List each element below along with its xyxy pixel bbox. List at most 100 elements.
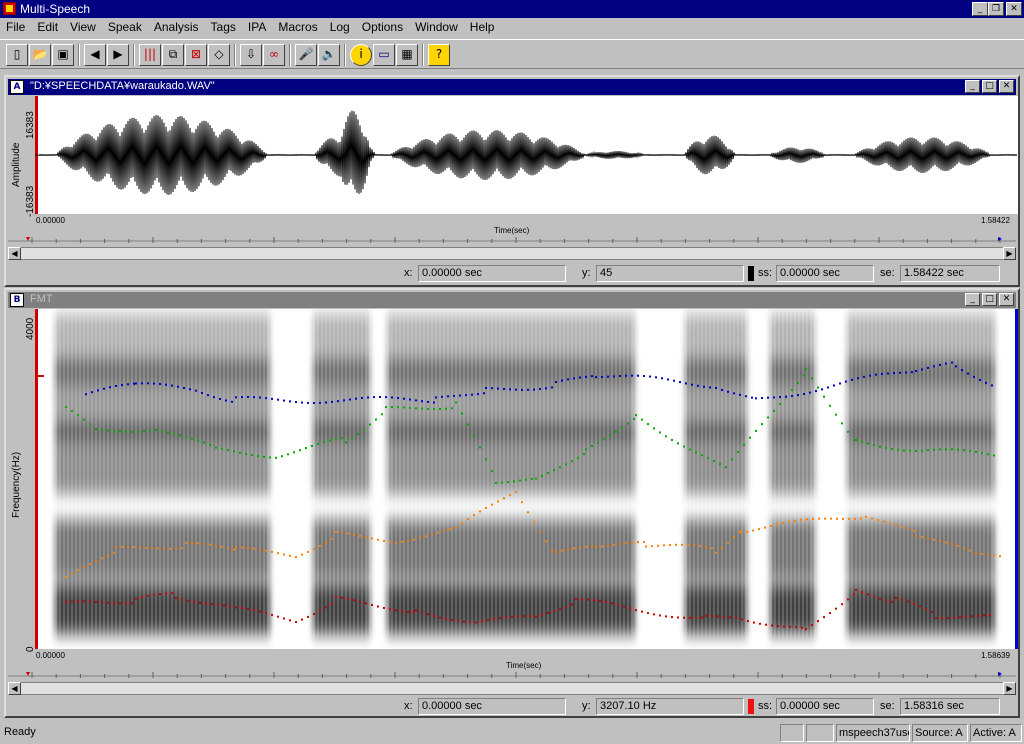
toolbar-separator: [234, 44, 236, 66]
cursor-color-indicator: [748, 699, 754, 714]
horizontal-scrollbar[interactable]: ◀ ▶: [8, 682, 1016, 695]
scroll-right-button[interactable]: ▶: [1003, 247, 1016, 260]
close-button[interactable]: ✕: [999, 80, 1014, 93]
status-source: Source: A: [912, 724, 968, 742]
y-axis-label: Frequency(Hz): [11, 451, 22, 518]
copy-window-icon[interactable]: ⧉: [162, 44, 184, 66]
y-label: y:: [582, 267, 591, 279]
x-label: x:: [404, 700, 413, 712]
se-readout: 1.58422 sec: [900, 265, 1000, 282]
ss-readout: 0.00000 sec: [776, 698, 874, 715]
menu-analysis[interactable]: Analysis: [148, 18, 205, 34]
spectrogram-window-title: FMT: [30, 293, 53, 305]
menu-edit[interactable]: Edit: [31, 18, 64, 34]
speaker-icon[interactable]: 🔈: [318, 44, 340, 66]
menu-macros[interactable]: Macros: [272, 18, 323, 34]
y-axis-label: Amplitude: [11, 142, 22, 187]
menu-view[interactable]: View: [64, 18, 102, 34]
spectrogram-status-bar: x: 0.00000 sec y: 3207.10 Hz ss: 0.00000…: [6, 698, 1014, 715]
x-axis-end: 1.58639: [981, 651, 1010, 660]
status-ready: Ready: [4, 726, 36, 738]
eraser-icon[interactable]: ◇: [208, 44, 230, 66]
window-label-badge: B: [10, 293, 24, 307]
waveform-status-bar: x: 0.00000 sec y: 45 ss: 0.00000 sec se:…: [6, 265, 1014, 282]
y-label: y:: [582, 700, 591, 712]
minimize-button[interactable]: _: [965, 80, 980, 93]
menu-help[interactable]: Help: [464, 18, 501, 34]
close-button[interactable]: ✕: [999, 293, 1014, 306]
status-panel-empty: [780, 724, 804, 742]
window-label-badge: A: [10, 80, 24, 94]
toolbar-separator: [133, 44, 135, 66]
menu-window[interactable]: Window: [409, 18, 464, 34]
x-axis-start: 0.00000: [36, 216, 65, 225]
x-axis-start: 0.00000: [36, 651, 65, 660]
close-button[interactable]: ✕: [1006, 2, 1022, 16]
restore-button[interactable]: ❐: [988, 2, 1004, 16]
menu-file[interactable]: File: [0, 18, 31, 34]
minimize-button[interactable]: _: [972, 2, 988, 16]
new-icon[interactable]: ▯: [6, 44, 28, 66]
menu-log[interactable]: Log: [324, 18, 356, 34]
ss-readout: 0.00000 sec: [776, 265, 874, 282]
grid-icon[interactable]: ▦: [396, 44, 418, 66]
x-readout: 0.00000 sec: [418, 265, 566, 282]
toolbar-separator: [78, 44, 80, 66]
minimize-button[interactable]: _: [965, 293, 980, 306]
maximize-button[interactable]: □: [982, 80, 997, 93]
waveform-trace: [35, 110, 1018, 195]
open-icon[interactable]: 📂: [29, 44, 51, 66]
menu-speak[interactable]: Speak: [102, 18, 148, 34]
time-ruler[interactable]: [8, 670, 1016, 682]
toolbar: ▯ 📂 ▣ ◀ ▶ ||| ⧉ ⊠ ◇ ⇩ ∞ 🎤 🔈 i ▭ ▦ ?: [0, 39, 1024, 69]
waveform-window-titlebar[interactable]: A "D:¥SPEECHDATA¥waraukado.WAV" _ □ ✕: [8, 79, 1016, 95]
scroll-right-button[interactable]: ▶: [1003, 682, 1016, 695]
spectrogram-window[interactable]: B FMT _ □ ✕ Frequency(Hz) 4000 0 0.00000…: [4, 288, 1020, 718]
menubar: File Edit View Speak Analysis Tags IPA Macros Lo…: [0, 18, 1024, 38]
scroll-left-button[interactable]: ◀: [8, 682, 21, 695]
se-readout: 1.58316 sec: [900, 698, 1000, 715]
spectrogram-window-titlebar[interactable]: B FMT _ □ ✕: [8, 292, 1016, 308]
ss-label: ss:: [758, 267, 773, 279]
status-user: mspeech37use: [836, 724, 910, 742]
ss-label: ss:: [758, 700, 773, 712]
link-icon[interactable]: ∞: [263, 44, 285, 66]
help-icon[interactable]: ?: [428, 44, 450, 66]
x-label: x:: [404, 267, 413, 279]
status-panel-empty: [806, 724, 834, 742]
se-label: se:: [880, 700, 895, 712]
waveform-plot[interactable]: [35, 96, 1018, 214]
status-bar: Ready mspeech37use Source: A Active: A: [0, 722, 1024, 744]
y-readout: 3207.10 Hz: [596, 698, 744, 715]
y-readout: 45: [596, 265, 744, 282]
close-window-icon[interactable]: ⊠: [185, 44, 207, 66]
waveform-window-title: "D:¥SPEECHDATA¥waraukado.WAV": [30, 80, 215, 92]
x-axis-label: Time(sec): [506, 661, 542, 670]
scroll-left-button[interactable]: ◀: [8, 247, 21, 260]
time-ruler[interactable]: [8, 235, 1016, 247]
menu-ipa[interactable]: IPA: [242, 18, 272, 34]
app-title: Multi-Speech: [20, 2, 91, 16]
spectrogram-plot[interactable]: [35, 309, 1018, 649]
waveform-window[interactable]: A "D:¥SPEECHDATA¥waraukado.WAV" _ □ ✕ Am…: [4, 75, 1020, 287]
maximize-button[interactable]: □: [982, 293, 997, 306]
window-icon[interactable]: ▭: [373, 44, 395, 66]
se-label: se:: [880, 267, 895, 279]
cursor-color-indicator: [748, 266, 754, 281]
app-titlebar: Multi-Speech _ ❐ ✕: [0, 0, 1024, 18]
toolbar-separator: [289, 44, 291, 66]
info-icon[interactable]: i: [350, 44, 372, 66]
app-icon[interactable]: [3, 2, 16, 15]
microphone-icon[interactable]: 🎤: [295, 44, 317, 66]
arrow-right-icon[interactable]: ▶: [107, 44, 129, 66]
save-icon[interactable]: ▣: [52, 44, 74, 66]
status-active: Active: A: [970, 724, 1022, 742]
menu-options[interactable]: Options: [356, 18, 409, 34]
menu-tags[interactable]: Tags: [205, 18, 242, 34]
bars-icon[interactable]: |||: [139, 44, 161, 66]
download-icon[interactable]: ⇩: [240, 44, 262, 66]
x-readout: 0.00000 sec: [418, 698, 566, 715]
toolbar-separator: [344, 44, 346, 66]
horizontal-scrollbar[interactable]: ◀ ▶: [8, 247, 1016, 260]
arrow-left-icon[interactable]: ◀: [84, 44, 106, 66]
